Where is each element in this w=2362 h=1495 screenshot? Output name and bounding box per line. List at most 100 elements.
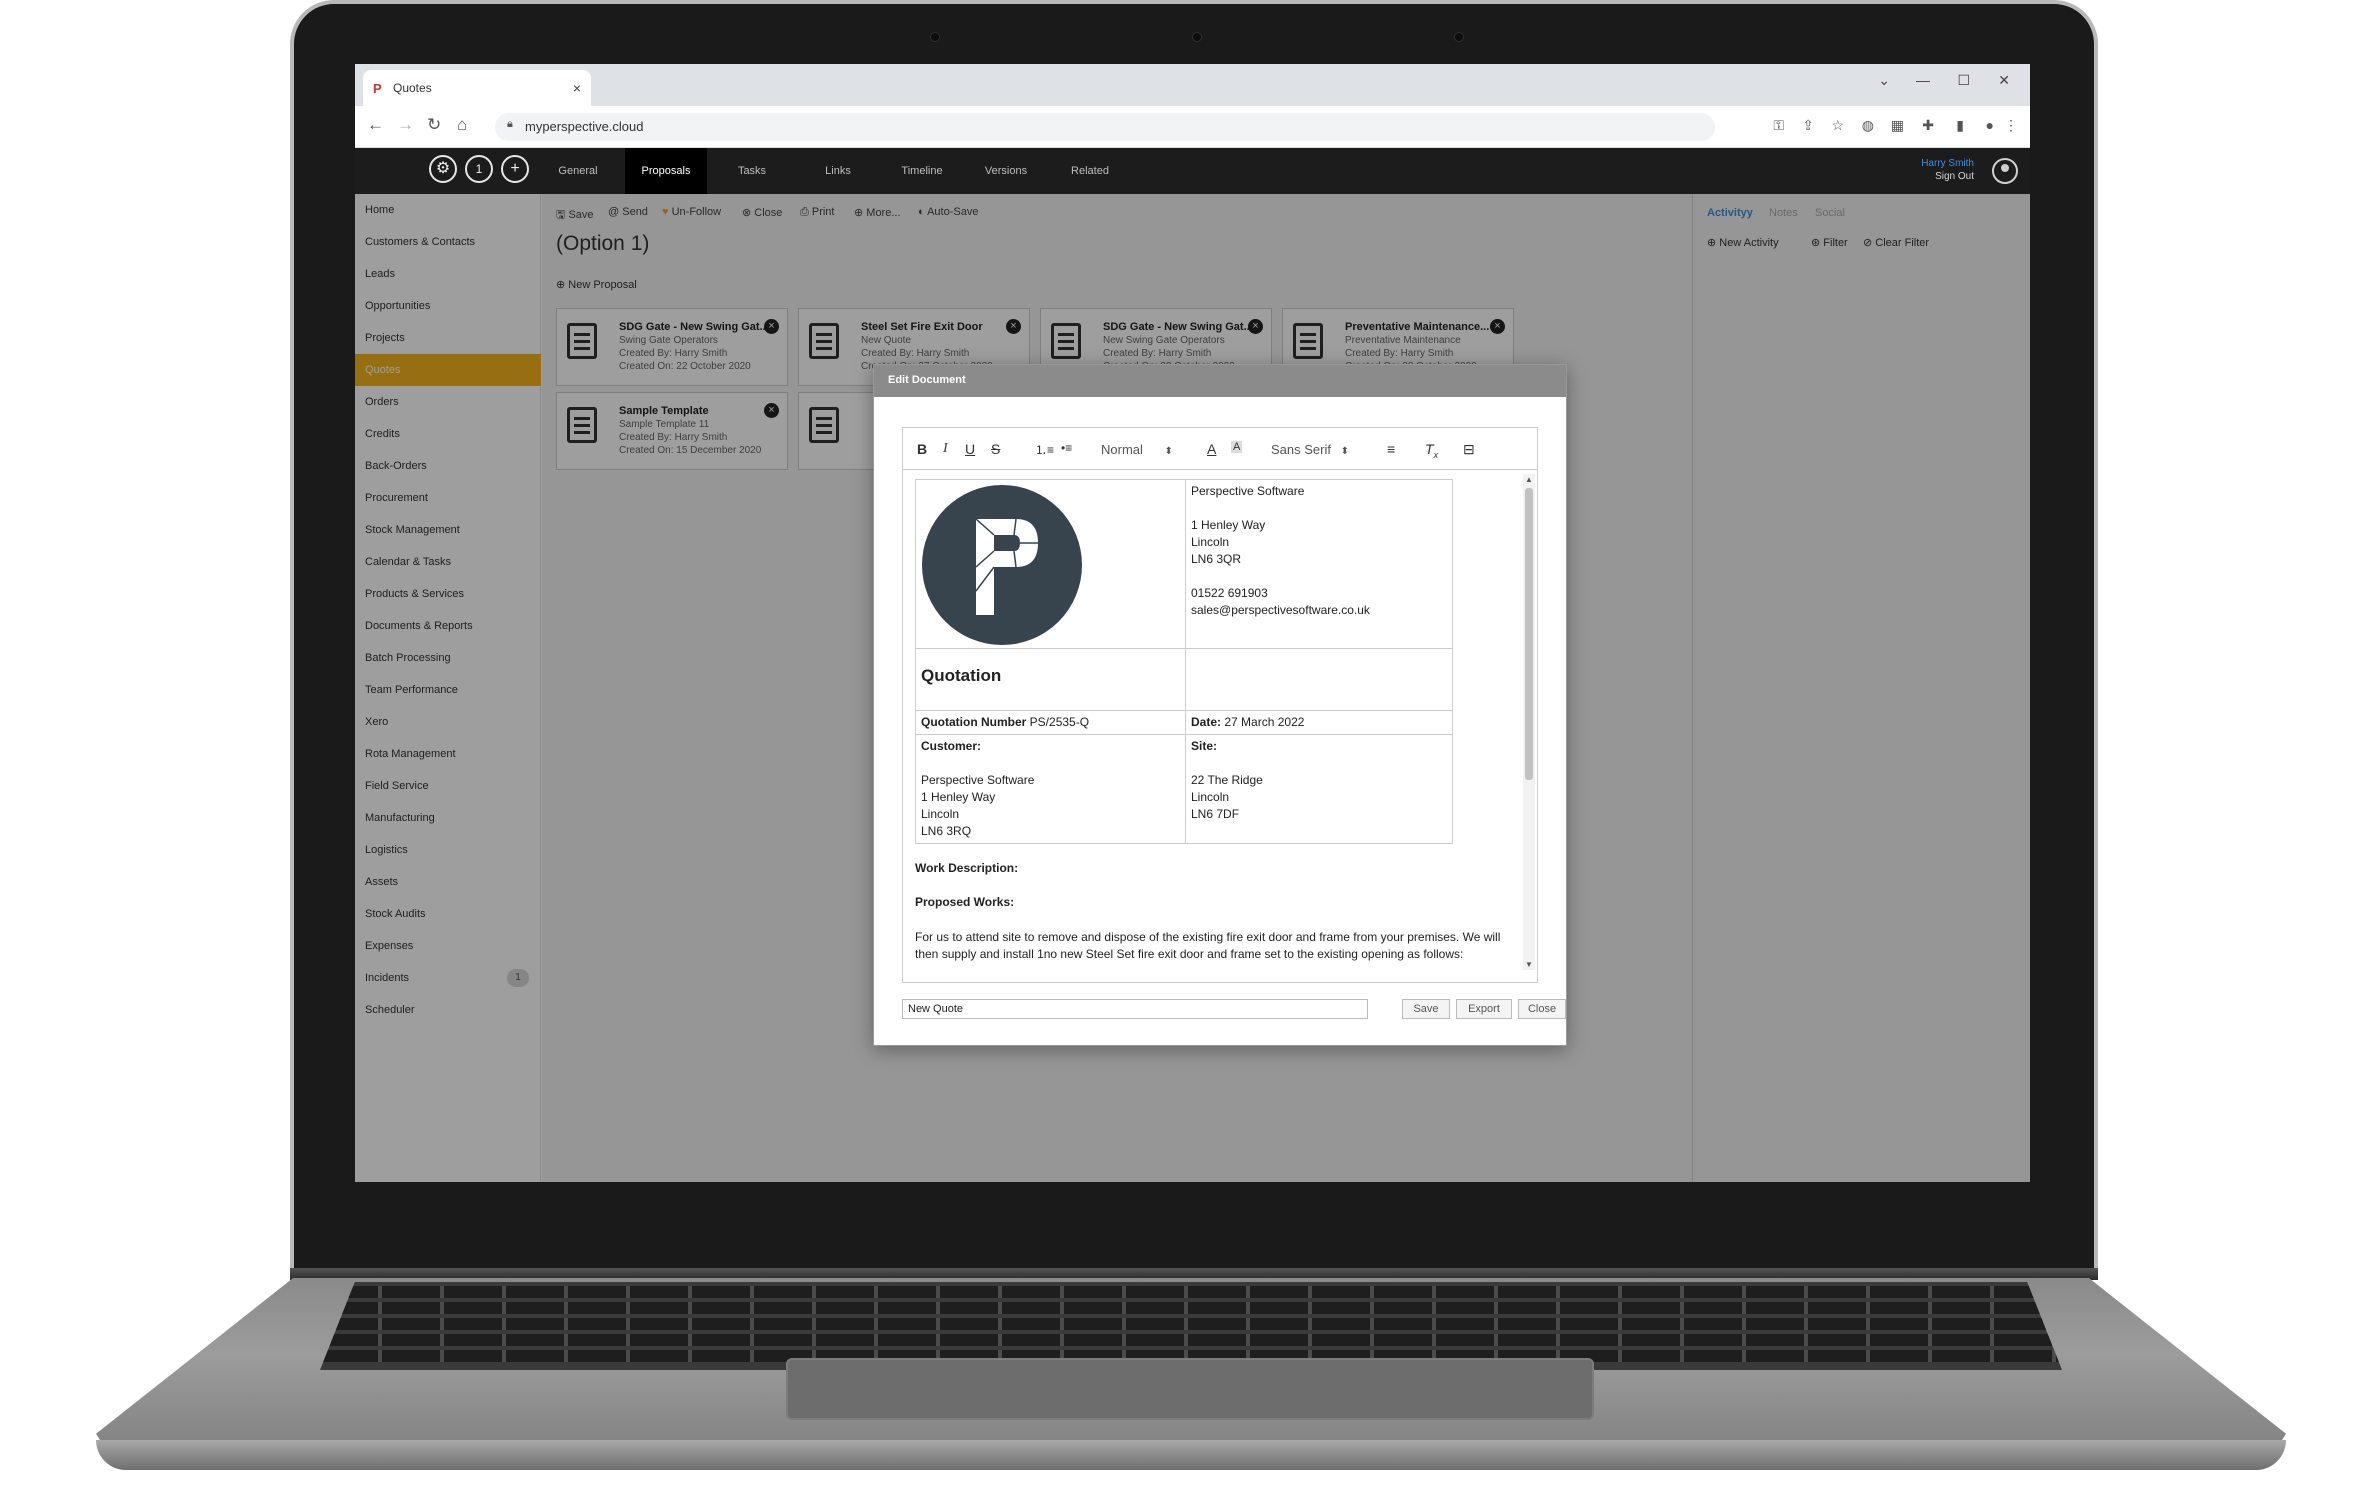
- scrollbar-thumb[interactable]: [1525, 488, 1533, 780]
- home-icon[interactable]: ⌂: [457, 115, 467, 135]
- document-name-input[interactable]: [902, 999, 1368, 1019]
- quote-number-label: Quotation Number: [921, 715, 1027, 729]
- clear-format-icon[interactable]: Tx: [1425, 441, 1438, 460]
- editor-toolbar: B I U S ⒈≡ •≡ Normal ⬍ A A Sans Serif ⬍ …: [903, 428, 1537, 470]
- site-line: LN6 7DF: [1191, 807, 1240, 821]
- tab-search-icon[interactable]: ⌄: [1878, 72, 1890, 89]
- customer-cell: Customer: Perspective Software 1 Henley …: [915, 734, 1186, 844]
- align-icon[interactable]: ≡: [1387, 441, 1395, 457]
- ordered-list-icon[interactable]: ⒈≡: [1035, 441, 1054, 458]
- font-color-icon[interactable]: A: [1207, 441, 1216, 457]
- address-bar[interactable]: 🔒︎ myperspective.cloud: [495, 113, 1715, 141]
- proposed-works-body: For us to attend site to remove and disp…: [915, 930, 1501, 961]
- forward-icon[interactable]: →: [397, 115, 414, 135]
- browser-tabbar: P Quotes × ⌄ — ☐ ✕: [355, 64, 2030, 106]
- quote-header-table: Perspective Software 1 Henley Way Lincol…: [915, 479, 1453, 844]
- export-button[interactable]: Export: [1456, 999, 1512, 1019]
- site-line: 22 The Ridge: [1191, 773, 1263, 787]
- company-address-cell: Perspective Software 1 Henley Way Lincol…: [1185, 479, 1453, 649]
- logo-p-mark: [976, 519, 1038, 615]
- proposed-works-label: Proposed Works:: [915, 895, 1015, 909]
- tab-versions[interactable]: Versions: [965, 148, 1047, 194]
- site-line: Lincoln: [1191, 790, 1230, 804]
- quote-number-cell: Quotation Number PS/2535-Q: [915, 710, 1186, 735]
- close-button[interactable]: Close: [1518, 999, 1566, 1019]
- tab-related[interactable]: Related: [1049, 148, 1131, 194]
- edit-document-modal: Edit Document B I U S ⒈≡ •≡ Normal ⬍ A A…: [873, 364, 1567, 1046]
- underline-icon[interactable]: U: [965, 441, 975, 457]
- user-name-link[interactable]: Harry Smith: [1921, 158, 1974, 169]
- tab-links[interactable]: Links: [797, 148, 879, 194]
- tab-timeline[interactable]: Timeline: [881, 148, 963, 194]
- quotation-heading: Quotation: [921, 666, 1002, 685]
- profile-icon[interactable]: ●: [1986, 117, 1994, 133]
- app-topbar: ⚙ 1 + General Proposals Tasks Links Time…: [355, 148, 2030, 194]
- italic-icon[interactable]: I: [943, 441, 948, 457]
- trackpad: [786, 1358, 1594, 1420]
- notification-count[interactable]: 1: [465, 155, 493, 183]
- perspective-favicon-icon: P: [373, 81, 382, 96]
- company-address-line: LN6 3QR: [1191, 552, 1242, 566]
- lock-icon: 🔒︎: [507, 118, 513, 130]
- reload-icon[interactable]: ↻: [427, 115, 441, 135]
- window-close-icon[interactable]: ✕: [1998, 72, 2010, 89]
- keyboard: [320, 1282, 2062, 1370]
- back-icon[interactable]: ←: [367, 115, 384, 135]
- maximize-icon[interactable]: ☐: [1957, 72, 1970, 89]
- rich-text-editor: B I U S ⒈≡ •≡ Normal ⬍ A A Sans Serif ⬍ …: [902, 427, 1538, 983]
- bold-icon[interactable]: B: [917, 441, 927, 457]
- sensor-dot: [1454, 32, 1464, 42]
- empty-cell: [1185, 648, 1453, 711]
- date-label: Date:: [1191, 715, 1222, 729]
- extension-icon[interactable]: ◍: [1862, 117, 1874, 134]
- browser-tab-title: Quotes: [393, 81, 432, 95]
- company-email: sales@perspectivesoftware.co.uk: [1191, 603, 1370, 617]
- page-break-icon[interactable]: ⊟: [1463, 441, 1475, 458]
- extension-icon[interactable]: ▦: [1891, 117, 1904, 134]
- work-description-label: Work Description:: [915, 861, 1019, 875]
- user-avatar-icon[interactable]: [1992, 158, 2018, 184]
- screen: P Quotes × ⌄ — ☐ ✕ ← → ↻ ⌂ 🔒︎ myperspect…: [355, 64, 2030, 1182]
- settings-gear-icon[interactable]: ⚙: [429, 155, 457, 183]
- highlight-icon[interactable]: A: [1231, 441, 1243, 453]
- customer-line: Perspective Software: [921, 773, 1035, 787]
- side-panel-icon[interactable]: ▮: [1956, 117, 1964, 134]
- key-icon[interactable]: ⚿: [1773, 117, 1784, 134]
- tab-general[interactable]: General: [545, 148, 611, 194]
- browser-toolbar: ← → ↻ ⌂ 🔒︎ myperspective.cloud ⚿ ⇪ ☆ ◍ ▦…: [355, 106, 2030, 148]
- customer-label: Customer:: [921, 739, 982, 753]
- format-select-value: Normal: [1101, 442, 1143, 457]
- puzzle-icon[interactable]: ✚: [1922, 117, 1934, 134]
- customer-line: Lincoln: [921, 807, 960, 821]
- user-block: Harry Smith Sign Out: [1921, 158, 1974, 182]
- company-address-line: 1 Henley Way: [1191, 518, 1266, 532]
- save-button[interactable]: Save: [1402, 999, 1450, 1019]
- editor-scrollbar[interactable]: ▲ ▼: [1523, 474, 1535, 970]
- editor-content[interactable]: Perspective Software 1 Henley Way Lincol…: [903, 471, 1523, 975]
- bookmark-star-icon[interactable]: ☆: [1831, 117, 1844, 134]
- camera-lens: [1192, 32, 1202, 42]
- minimize-icon[interactable]: —: [1916, 72, 1930, 88]
- company-address-line: Lincoln: [1191, 535, 1230, 549]
- date-cell: Date: 27 March 2022: [1185, 710, 1453, 735]
- sign-out-link[interactable]: Sign Out: [1921, 171, 1974, 182]
- scroll-up-icon[interactable]: ▲: [1525, 475, 1533, 484]
- share-icon[interactable]: ⇪: [1802, 117, 1814, 134]
- perspective-logo: [922, 485, 1082, 645]
- tab-proposals[interactable]: Proposals: [625, 148, 707, 194]
- add-plus-icon[interactable]: +: [501, 155, 529, 183]
- scroll-down-icon[interactable]: ▼: [1525, 960, 1533, 969]
- logo-cell: [915, 479, 1186, 649]
- browser-tab[interactable]: P Quotes ×: [363, 70, 591, 106]
- font-select[interactable]: Sans Serif ⬍: [1271, 442, 1349, 457]
- font-select-value: Sans Serif: [1271, 442, 1331, 457]
- kebab-menu-icon[interactable]: ⋮: [2004, 117, 2018, 134]
- quote-number-value: PS/2535-Q: [1029, 715, 1090, 729]
- format-select[interactable]: Normal ⬍: [1101, 442, 1173, 457]
- strikethrough-icon[interactable]: S: [991, 441, 1000, 457]
- tab-close-icon[interactable]: ×: [573, 80, 581, 96]
- quotation-heading-cell: Quotation: [915, 648, 1186, 711]
- bullet-list-icon[interactable]: •≡: [1061, 441, 1072, 455]
- company-phone: 01522 691903: [1191, 586, 1268, 600]
- tab-tasks[interactable]: Tasks: [711, 148, 793, 194]
